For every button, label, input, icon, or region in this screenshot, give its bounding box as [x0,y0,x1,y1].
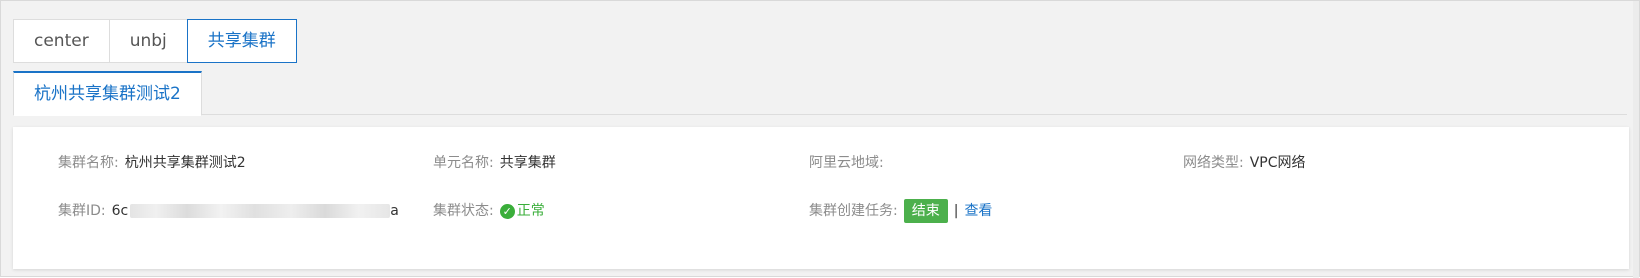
cluster-name-value: 杭州共享集群测试2 [124,155,246,171]
view-task-link[interactable]: 查看 [964,201,992,221]
page-frame: center unbj 共享集群 杭州共享集群测试2 集群名称: 杭州共享集群测… [0,0,1640,278]
cluster-status-label: 集群状态: [433,203,494,219]
aliyun-region-field: 阿里云地域: [809,153,890,173]
create-task-label: 集群创建任务: [809,203,898,219]
tab-cluster-hangzhou-test2[interactable]: 杭州共享集群测试2 [13,71,202,116]
check-circle-icon: ✓ [499,203,515,219]
cluster-status-text: 正常 [516,203,545,219]
aliyun-region-label: 阿里云地域: [809,155,884,171]
cluster-id-prefix: 6c [111,203,129,219]
cluster-id-suffix: a [390,203,399,219]
network-type-label: 网络类型: [1183,155,1244,171]
cluster-id-redacted [130,204,391,218]
cluster-id-label: 集群ID: [58,203,106,219]
network-type-field: 网络类型: VPC网络 [1183,153,1306,173]
cluster-status-value: ✓ 正常 [499,201,545,221]
separator: | [953,203,959,219]
network-type-value: VPC网络 [1249,155,1306,171]
cluster-name-label: 集群名称: [58,155,119,171]
create-task-field: 集群创建任务: 结束 | 查看 [809,199,992,223]
cluster-status-field: 集群状态: ✓ 正常 [433,201,545,221]
tab-shared-cluster[interactable]: 共享集群 [186,19,297,63]
task-status-badge: 结束 [903,199,948,223]
scrollbar-track[interactable] [1633,1,1639,278]
cluster-name-field: 集群名称: 杭州共享集群测试2 [58,153,246,173]
cluster-tab-bar: 杭州共享集群测试2 [13,71,1627,116]
tab-unbj[interactable]: unbj [108,19,188,63]
region-tabs: center unbj 共享集群 [13,19,297,63]
unit-name-label: 单元名称: [433,155,494,171]
unit-name-value: 共享集群 [499,155,556,171]
cluster-id-field: 集群ID: 6c a [58,201,399,221]
unit-name-field: 单元名称: 共享集群 [433,153,556,173]
tab-center[interactable]: center [13,19,110,63]
cluster-info-card: 集群名称: 杭州共享集群测试2 单元名称: 共享集群 阿里云地域: 网络类型: … [13,127,1629,269]
